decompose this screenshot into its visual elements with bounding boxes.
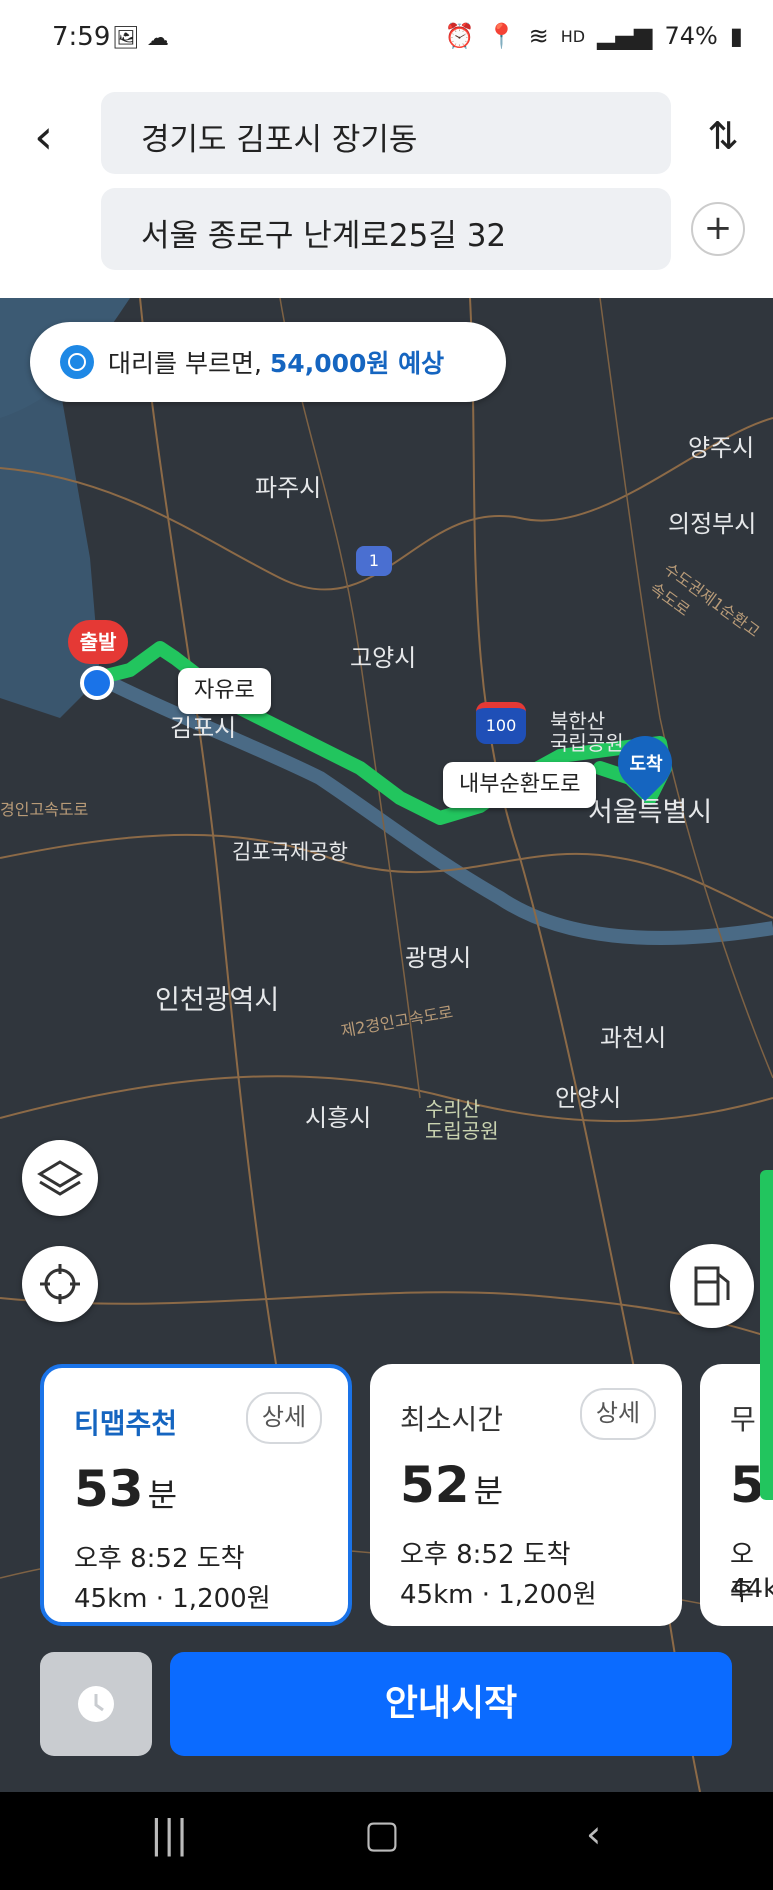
end-pin-label[interactable]: 도착 [618, 750, 674, 776]
signal-icon: ▂▄▆ [597, 22, 653, 50]
add-waypoint-icon[interactable]: + [691, 202, 745, 256]
layers-button[interactable] [22, 1140, 98, 1216]
route-detail-button[interactable]: 상세 [246, 1392, 322, 1444]
place-label: 인천광역시 [155, 985, 280, 1016]
location-icon: 📍 [486, 22, 517, 50]
place-label: 김포국제공항 [232, 840, 348, 864]
bottom-action-bar: 안내시작 [0, 1644, 773, 1764]
swap-icon[interactable]: ⇅ [707, 114, 739, 158]
place-label: 고양시 [350, 644, 417, 672]
road-label: 경인고속도로 [0, 800, 89, 819]
route-distance-toll: 45km · 1,200원 [400, 1580, 597, 1610]
gas-pump-icon [694, 1266, 730, 1306]
banner-price-text: 54,000원 예상 [269, 349, 445, 378]
driver-service-banner[interactable]: 대리를 부르면, 54,000원 예상 [30, 322, 506, 402]
place-label: 북한산 국립공원 [550, 709, 624, 755]
destination-field[interactable]: 서울 종로구 난계로25길 32 [101, 188, 671, 270]
route-title: 무 [730, 1403, 756, 1436]
place-label: 파주시 [255, 474, 322, 502]
route-duration: 52 분 [400, 1456, 504, 1514]
layers-icon [37, 1160, 83, 1196]
back-icon[interactable]: ‹ [34, 112, 74, 162]
alarm-icon: ⏰ [444, 22, 475, 50]
origin-field[interactable]: 경기도 김포시 장기동 [101, 92, 671, 174]
home-icon[interactable]: ▢ [364, 1812, 400, 1856]
route-card-fastest[interactable]: 최소시간 상세 52 분 오후 8:52 도착 45km · 1,200원 [370, 1364, 682, 1626]
route-distance: 44k [730, 1574, 773, 1604]
place-label: 시흥시 [305, 1104, 372, 1132]
place-label: 수리산 도립공원 [425, 1097, 499, 1143]
route-card-recommended[interactable]: 티맵추천 상세 53 분 오후 8:52 도착 45km · 1,200원 [40, 1364, 352, 1626]
scroll-indicator [760, 1170, 773, 1500]
battery-text: 74% [664, 22, 718, 50]
status-bar: 7:59 🖼 ☁ ⏰ 📍 ≋ HD ▂▄▆ 74% ▮ [0, 0, 773, 82]
route-arrival: 오후 8:52 도착 [400, 1540, 571, 1570]
place-label: 과천시 [600, 1024, 667, 1052]
current-location-marker [80, 666, 114, 700]
wifi-icon: ≋ [528, 22, 549, 50]
hd-voice-label: HD [560, 26, 586, 46]
recent-apps-icon[interactable]: ||| [150, 1812, 188, 1856]
start-pin[interactable]: 출발 [68, 620, 128, 664]
back-nav-icon[interactable]: ‹ [586, 1812, 601, 1856]
route-search-header: ‹ 경기도 김포시 장기동 서울 종로구 난계로25길 32 ⇅ + [0, 82, 773, 298]
route-title: 최소시간 [400, 1403, 504, 1436]
status-icons: ⏰ 📍 ≋ HD ▂▄▆ 74% ▮ [445, 22, 743, 50]
status-time: 7:59 [52, 22, 111, 52]
departure-time-button[interactable] [40, 1652, 152, 1756]
route-title: 티맵추천 [74, 1407, 178, 1440]
crosshair-icon [40, 1264, 80, 1304]
place-label: 의정부시 [668, 510, 757, 538]
route-distance-toll: 45km · 1,200원 [74, 1584, 271, 1614]
photo-icon: 🖼 ☁ [112, 26, 169, 51]
battery-icon: ▮ [729, 22, 743, 50]
system-nav-bar: ||| ▢ ‹ [0, 1792, 773, 1890]
banner-lead-text: 대리를 부르면, [108, 349, 262, 378]
route-duration: 53 분 [74, 1460, 178, 1518]
steering-wheel-icon [60, 345, 94, 379]
destination-text: 서울 종로구 난계로25길 32 [141, 218, 507, 254]
origin-text: 경기도 김포시 장기동 [141, 122, 418, 158]
highway-shield-icon: 1 [356, 546, 392, 576]
highway-shield-icon: 100 [476, 702, 526, 744]
gas-station-button[interactable] [670, 1244, 754, 1328]
clock-icon [78, 1686, 114, 1722]
road-tag: 자유로 [178, 668, 271, 714]
place-label: 안양시 [555, 1084, 622, 1112]
route-detail-button[interactable]: 상세 [580, 1388, 656, 1440]
locate-me-button[interactable] [22, 1246, 98, 1322]
route-arrival: 오후 8:52 도착 [74, 1544, 245, 1574]
start-navigation-button[interactable]: 안내시작 [170, 1652, 732, 1756]
road-tag: 내부순환도로 [443, 762, 597, 808]
place-label: 광명시 [405, 944, 472, 972]
place-label: 양주시 [688, 434, 755, 462]
